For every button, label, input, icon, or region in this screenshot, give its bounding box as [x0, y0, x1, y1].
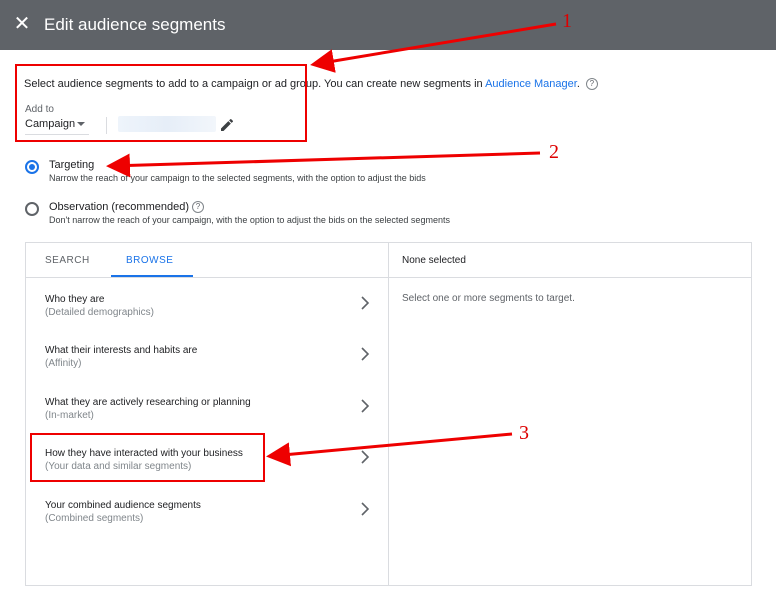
annotation-arrow-1 — [310, 22, 557, 73]
annotation-arrow-3 — [266, 432, 513, 467]
annotation-number-2: 2 — [549, 141, 559, 163]
annotation-number-1: 1 — [562, 10, 572, 32]
annotation-arrows — [106, 22, 557, 467]
annotation-number-3: 3 — [519, 422, 529, 444]
annotation-arrow-2 — [106, 151, 541, 178]
